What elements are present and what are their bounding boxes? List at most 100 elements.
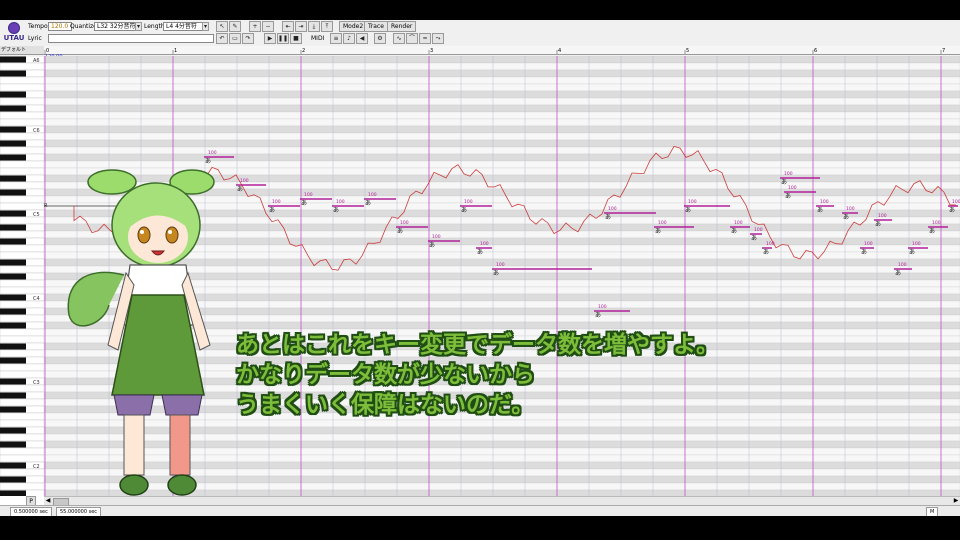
piano-key-black	[0, 441, 26, 448]
note-lyric: あ	[493, 270, 499, 277]
note-velocity: 100	[608, 206, 617, 212]
note-lyric: あ	[605, 214, 611, 221]
note-lyric: あ	[685, 207, 691, 214]
list-icon[interactable]: ≡	[330, 33, 342, 44]
scroll-left-icon[interactable]: ◀	[44, 497, 52, 505]
note-velocity: 100	[304, 192, 313, 198]
grid-row	[43, 139, 960, 148]
region-icon[interactable]: ▭	[229, 33, 241, 44]
piano-key-white	[0, 349, 45, 358]
note-lyric: あ	[301, 200, 307, 207]
play-icon[interactable]: ▶	[264, 33, 276, 44]
piano-key-white	[0, 167, 45, 176]
quantize-select[interactable]: L32 32分音符	[94, 22, 140, 31]
grid-row	[43, 104, 960, 113]
tempo-input[interactable]: 120.0	[48, 22, 72, 31]
note-lyric: あ	[365, 200, 371, 207]
pause-icon[interactable]: ❚❚	[277, 33, 289, 44]
length-select[interactable]: L4 4分音符	[163, 22, 205, 31]
ruler-marks: 01234567	[44, 48, 945, 54]
lyric-input[interactable]	[48, 34, 214, 43]
piano-key-black	[0, 357, 26, 364]
track-name[interactable]: デフォルト	[0, 46, 45, 55]
note-lyric: あ	[843, 214, 849, 221]
settings-icon[interactable]: ⚙	[374, 33, 386, 44]
grid-row	[43, 97, 960, 106]
utau-logo-icon	[8, 22, 20, 34]
piano-key-white	[0, 468, 45, 477]
piano-key-white	[0, 118, 45, 127]
status-mode: M	[926, 507, 939, 516]
piano-key-white	[0, 335, 45, 344]
volume-icon[interactable]: ♪	[343, 33, 355, 44]
note-lyric: あ	[895, 270, 901, 277]
tempo-label: Tempo	[28, 23, 48, 30]
note-velocity: 100	[912, 241, 921, 247]
piano-keyboard[interactable]: A6 C6 C5 C4 C3 C2	[0, 55, 45, 516]
grid-row	[43, 118, 960, 127]
trace-button[interactable]: Trace	[364, 21, 388, 32]
grid-row	[43, 90, 960, 99]
piano-key-white	[0, 419, 45, 428]
zoom-out-icon[interactable]: −	[262, 21, 274, 32]
vibrato-tool-icon[interactable]: ≈	[419, 33, 431, 44]
zundamon-character-illustration	[67, 169, 215, 496]
note-lyric: あ	[949, 207, 955, 214]
piano-key-white	[0, 230, 45, 239]
shrink-h-icon[interactable]: ⇤	[282, 21, 294, 32]
render-button[interactable]: Render	[387, 21, 417, 32]
redo-icon[interactable]: ↷	[242, 33, 254, 44]
piano-key-black	[0, 273, 26, 280]
note-lyric: あ	[595, 312, 601, 319]
note-velocity: 100	[952, 199, 960, 205]
note-lyric: あ	[785, 193, 791, 200]
expand-h-icon[interactable]: ⇥	[295, 21, 307, 32]
subtitle-line-1: あとはこれをキー変更でデータ数を増やすよ。	[236, 332, 719, 358]
status-bar: 0.500000 sec 55.000000 sec M	[0, 505, 960, 516]
quantize-dropdown-icon[interactable]: ▾	[135, 22, 142, 31]
note-lyric: あ	[429, 242, 435, 249]
stop-icon[interactable]: ■	[290, 33, 302, 44]
piano-key-white	[0, 195, 45, 204]
scroll-right-icon[interactable]: ▶	[952, 497, 960, 505]
mode2-button[interactable]: Mode2	[339, 21, 368, 32]
ruler-label: 3	[430, 48, 433, 54]
piano-key-black	[0, 56, 26, 63]
note-lyric: あ	[477, 249, 483, 256]
piano-key-white	[0, 83, 45, 92]
status-time-total: 55.000000 sec	[56, 507, 102, 516]
portamento-tool-icon[interactable]: ⤳	[432, 33, 444, 44]
note-velocity: 100	[688, 199, 697, 205]
grid-row	[43, 125, 960, 134]
piano-key-black	[0, 70, 26, 77]
note-velocity: 100	[788, 185, 797, 191]
length-dropdown-icon[interactable]: ▾	[202, 22, 209, 31]
piano-key-black	[0, 343, 26, 350]
measure-ruler[interactable]: 01234567	[44, 46, 960, 55]
undo-icon[interactable]: ↶	[216, 33, 228, 44]
piano-key-white	[0, 202, 45, 211]
pencil-tool-icon[interactable]: ✎	[229, 21, 241, 32]
note-velocity: 100	[898, 262, 907, 268]
pitch-tool-icon[interactable]: ∿	[393, 33, 405, 44]
piano-key-white	[0, 433, 45, 442]
envelope-tool-icon[interactable]: ⌒	[406, 33, 418, 44]
expand-v-icon[interactable]: ⤒	[321, 21, 333, 32]
grid-row	[43, 76, 960, 85]
piano-key-white	[0, 97, 45, 106]
utau-logo: UTAU	[2, 22, 26, 44]
length-label: Length	[144, 23, 165, 30]
zoom-in-icon[interactable]: +	[249, 21, 261, 32]
grid-row	[43, 83, 960, 92]
piano-key-white	[0, 146, 45, 155]
piano-key-black	[0, 175, 26, 182]
speaker-icon[interactable]: ◀	[356, 33, 368, 44]
piano-key-black	[0, 91, 26, 98]
midi-label: MIDI	[311, 35, 325, 42]
note-velocity: 100	[496, 262, 505, 268]
grid-row	[43, 62, 960, 71]
octave-label: C4	[33, 296, 40, 302]
arrow-tool-icon[interactable]: ↖	[216, 21, 228, 32]
shrink-v-icon[interactable]: ⤓	[308, 21, 320, 32]
piano-key-white	[0, 265, 45, 274]
